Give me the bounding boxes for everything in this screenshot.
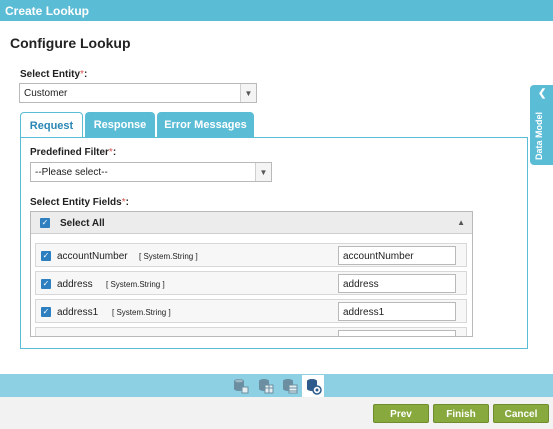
database-table-icon[interactable]	[281, 377, 298, 394]
database-table-icon[interactable]	[257, 377, 274, 394]
tab-response[interactable]: Response	[85, 112, 155, 137]
prev-button[interactable]: Prev	[373, 404, 429, 423]
field-name: accountNumber	[57, 251, 128, 262]
field-type: [ System.String ]	[106, 280, 165, 289]
field-row: ✓ address1 [ System.String ] address1	[35, 299, 467, 323]
wizard-step-bar	[0, 374, 553, 397]
select-entity-value: Customer	[24, 88, 68, 99]
chevron-left-icon[interactable]: ❮	[538, 88, 546, 99]
select-entity-dropdown[interactable]: Customer ▼	[19, 83, 257, 103]
field-alias-input[interactable]: address1	[338, 302, 456, 321]
fields-list-header: ✓ Select All ▲	[31, 212, 472, 234]
chevron-down-icon[interactable]: ▼	[255, 163, 271, 181]
chevron-down-icon[interactable]: ▼	[240, 84, 256, 102]
field-checkbox[interactable]: ✓	[41, 279, 51, 289]
tab-request[interactable]: Request	[20, 112, 83, 138]
select-entity-fields-label: Select Entity Fields*:	[30, 197, 129, 208]
finish-button[interactable]: Finish	[433, 404, 489, 423]
field-alias-input[interactable]: accountNumber	[338, 246, 456, 265]
predefined-filter-dropdown[interactable]: --Please select-- ▼	[30, 162, 272, 182]
select-all-label: Select All	[60, 218, 105, 229]
predefined-filter-value: --Please select--	[35, 167, 108, 178]
field-name: address1	[57, 307, 99, 318]
tab-error-messages[interactable]: Error Messages	[157, 112, 254, 137]
data-model-panel-toggle[interactable]: ❮ Data Model	[530, 85, 553, 165]
page-title: Configure Lookup	[10, 35, 131, 51]
entity-fields-list: ✓ Select All ▲ ✓ accountNumber [ System.…	[30, 211, 473, 337]
field-checkbox[interactable]: ✓	[41, 307, 51, 317]
predefined-filter-label: Predefined Filter*:	[30, 147, 117, 158]
collapse-icon[interactable]: ▲	[457, 218, 465, 227]
data-model-label: Data Model	[534, 111, 544, 160]
field-checkbox[interactable]: ✓	[41, 251, 51, 261]
footer-bar: Prev Finish Cancel	[0, 397, 553, 429]
window-title: Create Lookup	[0, 0, 553, 21]
field-row: ✓ accountNumber [ System.String ] accoun…	[35, 243, 467, 267]
database-icon[interactable]	[232, 377, 249, 394]
cancel-button[interactable]: Cancel	[493, 404, 549, 423]
field-type: [ System.String ]	[139, 252, 198, 261]
field-row	[35, 327, 467, 336]
database-settings-icon[interactable]	[302, 375, 324, 397]
field-alias-input[interactable]: address	[338, 274, 456, 293]
field-name: address	[57, 279, 93, 290]
select-all-checkbox[interactable]: ✓	[40, 218, 50, 228]
field-type: [ System.String ]	[112, 308, 171, 317]
select-entity-label: Select Entity*:	[20, 69, 88, 80]
field-alias-input[interactable]	[338, 330, 456, 336]
field-row: ✓ address [ System.String ] address	[35, 271, 467, 295]
